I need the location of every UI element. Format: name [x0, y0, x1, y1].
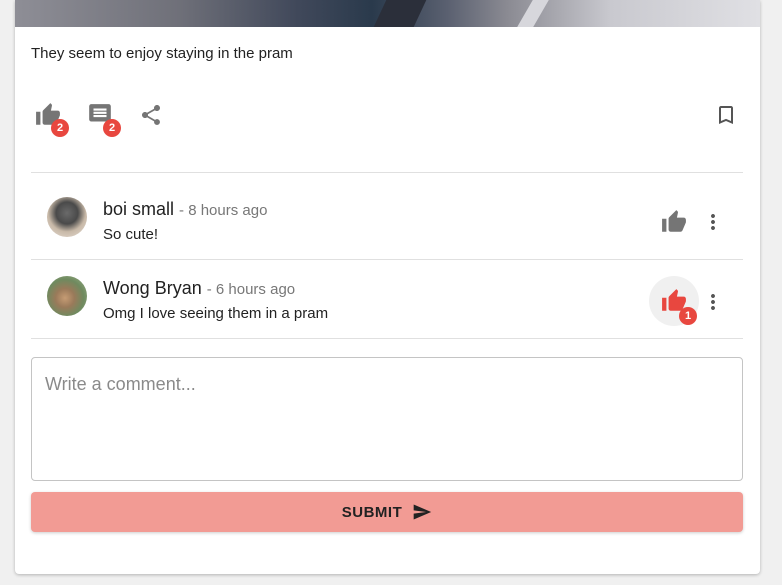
divider [31, 172, 743, 173]
more-vert-icon [711, 294, 715, 310]
post-image [15, 0, 760, 27]
comment-time: - 8 hours ago [179, 202, 268, 219]
comment-field[interactable] [31, 357, 743, 481]
share-icon [142, 105, 160, 125]
like-post-button[interactable]: 2 [31, 98, 69, 137]
divider [31, 338, 743, 339]
comments-count-badge: 2 [103, 119, 121, 137]
avatar[interactable] [47, 276, 87, 316]
like-comment-button[interactable]: 1 [649, 276, 699, 326]
bookmark-icon [719, 106, 733, 124]
like-comment-button[interactable] [657, 205, 691, 239]
comment-author[interactable]: Wong Bryan [103, 278, 202, 298]
comment-menu-button[interactable] [696, 285, 730, 319]
more-vert-icon [711, 214, 715, 230]
divider [31, 259, 743, 260]
bookmark-button[interactable] [709, 98, 743, 132]
send-icon [413, 504, 432, 520]
comment-author[interactable]: boi small [103, 199, 174, 219]
comment-text: Omg I love seeing them in a pram [103, 305, 329, 322]
comment-text: So cute! [103, 226, 159, 243]
comment-input[interactable] [32, 358, 742, 480]
submit-button[interactable]: SUBMIT [31, 492, 743, 532]
post-card: They seem to enjoy staying in the pram 2… [15, 0, 760, 574]
thumb-up-icon [662, 210, 686, 232]
comments-button[interactable]: 2 [83, 98, 121, 137]
comment-likes-badge: 1 [679, 307, 697, 325]
likes-count-badge: 2 [51, 119, 69, 137]
submit-label: SUBMIT [341, 503, 403, 521]
comment-menu-button[interactable] [696, 205, 730, 239]
comment-time: - 6 hours ago [206, 281, 296, 298]
share-button[interactable] [134, 98, 168, 132]
post-caption: They seem to enjoy staying in the pram [31, 45, 293, 62]
avatar[interactable] [47, 197, 87, 237]
